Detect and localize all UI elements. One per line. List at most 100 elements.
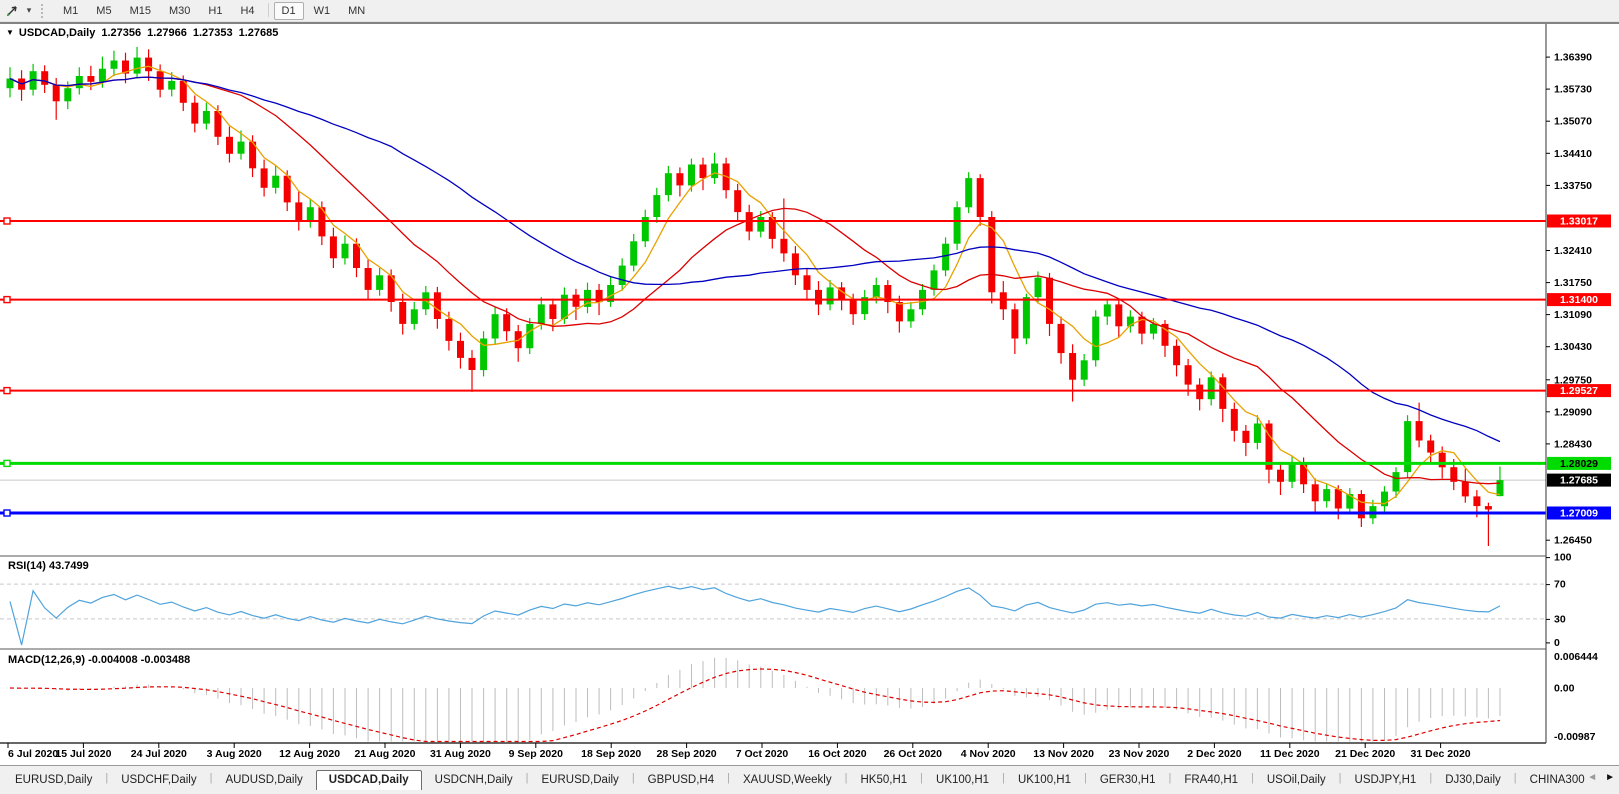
svg-text:0: 0 xyxy=(1554,637,1560,649)
svg-text:1.33017: 1.33017 xyxy=(1560,216,1598,228)
svg-text:1.32410: 1.32410 xyxy=(1554,245,1592,257)
timeframe-button-d1[interactable]: D1 xyxy=(274,2,304,20)
svg-text:30: 30 xyxy=(1554,613,1566,625)
price-badge-1.27685: 1.27685 xyxy=(1547,474,1611,487)
chart-tab-ger30-h1[interactable]: GER30,H1 xyxy=(1087,770,1169,790)
timeframe-button-m15[interactable]: M15 xyxy=(122,2,159,20)
svg-text:24 Jul 2020: 24 Jul 2020 xyxy=(131,748,187,760)
svg-text:1.28430: 1.28430 xyxy=(1554,438,1592,450)
macd-indicator-label: MACD(12,26,9) -0.004008 -0.003488 xyxy=(8,654,190,666)
svg-text:1.36390: 1.36390 xyxy=(1554,52,1592,64)
svg-text:31 Dec 2020: 31 Dec 2020 xyxy=(1411,748,1471,760)
svg-text:28 Sep 2020: 28 Sep 2020 xyxy=(657,748,717,760)
svg-text:-0.00987: -0.00987 xyxy=(1554,731,1596,743)
chart-tab-usdcad-daily[interactable]: USDCAD,Daily xyxy=(316,770,422,790)
open-value: 1.27356 xyxy=(101,27,141,39)
chart-tab-usdchf-daily[interactable]: USDCHF,Daily xyxy=(108,770,209,790)
price-badge-1.31400: 1.31400 xyxy=(1547,293,1611,306)
price-badge-1.27009: 1.27009 xyxy=(1547,507,1611,520)
chart-ohlc-title: ▼ USDCAD,Daily 1.27356 1.27966 1.27353 1.2768… xyxy=(6,27,278,39)
svg-text:7 Oct 2020: 7 Oct 2020 xyxy=(736,748,789,760)
chart-canvas[interactable]: 1.36390 1.35730 1.35070 1.34410 1.33750 1.324… xyxy=(0,22,1619,765)
svg-text:2 Dec 2020: 2 Dec 2020 xyxy=(1187,748,1241,760)
svg-text:1.27009: 1.27009 xyxy=(1560,508,1598,520)
svg-text:1.35070: 1.35070 xyxy=(1554,116,1592,128)
chart-tab-hk50-h1[interactable]: HK50,H1 xyxy=(847,770,920,790)
chart-tab-bar: EURUSD,Daily|USDCHF,Daily|AUDUSD,DailyUS… xyxy=(0,765,1619,794)
trading-terminal: ▾ M1M5M15M30H1H4 D1W1MN ▼ USDCAD,Daily 1.27… xyxy=(0,0,1619,794)
chart-tab-audusd-daily[interactable]: AUDUSD,Daily xyxy=(212,770,315,790)
svg-text:16 Oct 2020: 16 Oct 2020 xyxy=(808,748,867,760)
chart-window[interactable]: ▼ USDCAD,Daily 1.27356 1.27966 1.27353 1.2768… xyxy=(0,22,1619,765)
timeframe-button-mn[interactable]: MN xyxy=(340,2,373,20)
chart-tab-dj30-daily[interactable]: DJ30,Daily xyxy=(1432,770,1514,790)
svg-text:1.26450: 1.26450 xyxy=(1554,535,1592,547)
chart-tabs: EURUSD,Daily|USDCHF,Daily|AUDUSD,DailyUS… xyxy=(2,768,1585,790)
svg-text:1.34410: 1.34410 xyxy=(1554,148,1592,160)
svg-text:1.30430: 1.30430 xyxy=(1554,341,1592,353)
svg-text:1.33750: 1.33750 xyxy=(1554,180,1592,192)
svg-text:1.27685: 1.27685 xyxy=(1560,475,1598,487)
toolbar-separator xyxy=(268,3,269,17)
chart-tab-china300-h1[interactable]: CHINA300,H1 xyxy=(1517,770,1585,790)
svg-text:26 Oct 2020: 26 Oct 2020 xyxy=(884,748,943,760)
timeframe-button-h4[interactable]: H4 xyxy=(232,2,262,20)
svg-text:15 Jul 2020: 15 Jul 2020 xyxy=(55,748,111,760)
collapse-triangle-icon[interactable]: ▼ xyxy=(6,28,14,37)
chart-tab-xauusd-weekly[interactable]: XAUUSD,Weekly xyxy=(730,770,845,790)
chart-tab-usoil-daily[interactable]: USOil,Daily xyxy=(1254,770,1339,790)
chart-tab-eurusd-daily[interactable]: EURUSD,Daily xyxy=(2,770,105,790)
svg-text:21 Dec 2020: 21 Dec 2020 xyxy=(1335,748,1395,760)
svg-text:1.28029: 1.28029 xyxy=(1560,458,1598,470)
svg-text:1.29090: 1.29090 xyxy=(1554,406,1592,418)
chart-tab-usdjpy-h1[interactable]: USDJPY,H1 xyxy=(1342,770,1430,790)
timeframe-buttons: M1M5M15M30H1H4 D1W1MN xyxy=(54,1,374,20)
svg-text:4 Nov 2020: 4 Nov 2020 xyxy=(961,748,1016,760)
symbol-label: USDCAD,Daily xyxy=(19,27,95,39)
tab-scroll-arrows: ◄ ► xyxy=(1587,772,1615,783)
price-badge-1.33017: 1.33017 xyxy=(1547,215,1611,228)
low-value: 1.27353 xyxy=(193,27,233,39)
svg-text:1.31750: 1.31750 xyxy=(1554,277,1592,289)
close-value: 1.27685 xyxy=(239,27,279,39)
svg-text:3 Aug 2020: 3 Aug 2020 xyxy=(207,748,262,760)
chart-tab-fra40-h1[interactable]: FRA40,H1 xyxy=(1171,770,1251,790)
timeframe-button-m5[interactable]: M5 xyxy=(88,2,119,20)
chart-cursor-icon[interactable] xyxy=(3,3,21,19)
svg-text:31 Aug 2020: 31 Aug 2020 xyxy=(430,748,491,760)
chart-tab-usdcnh-daily[interactable]: USDCNH,Daily xyxy=(422,770,526,790)
chevron-down-icon[interactable]: ▾ xyxy=(23,5,35,16)
rsi-indicator-label: RSI(14) 43.7499 xyxy=(8,560,89,572)
high-value: 1.27966 xyxy=(147,27,187,39)
chart-tab-uk100-h1[interactable]: UK100,H1 xyxy=(1005,770,1084,790)
timeframe-toolbar: ▾ M1M5M15M30H1H4 D1W1MN xyxy=(0,0,1619,22)
svg-text:23 Nov 2020: 23 Nov 2020 xyxy=(1109,748,1170,760)
tab-scroll-left-icon[interactable]: ◄ xyxy=(1587,772,1597,783)
svg-text:1.31090: 1.31090 xyxy=(1554,309,1592,321)
svg-text:9 Sep 2020: 9 Sep 2020 xyxy=(509,748,563,760)
svg-text:18 Sep 2020: 18 Sep 2020 xyxy=(581,748,641,760)
svg-text:1.29527: 1.29527 xyxy=(1560,385,1598,397)
svg-text:21 Aug 2020: 21 Aug 2020 xyxy=(355,748,416,760)
svg-text:1.35730: 1.35730 xyxy=(1554,84,1592,96)
svg-text:0.006444: 0.006444 xyxy=(1554,651,1598,663)
svg-text:1.31400: 1.31400 xyxy=(1560,294,1598,306)
price-badge-1.29527: 1.29527 xyxy=(1547,384,1611,397)
svg-text:12 Aug 2020: 12 Aug 2020 xyxy=(279,748,340,760)
price-badge-1.28029: 1.28029 xyxy=(1547,457,1611,470)
svg-text:0.00: 0.00 xyxy=(1554,683,1575,695)
timeframe-button-m30[interactable]: M30 xyxy=(161,2,198,20)
toolbar-drag-handle[interactable] xyxy=(41,4,46,18)
tab-scroll-right-icon[interactable]: ► xyxy=(1605,772,1615,783)
svg-text:13 Nov 2020: 13 Nov 2020 xyxy=(1033,748,1094,760)
svg-text:6 Jul 2020: 6 Jul 2020 xyxy=(8,748,58,760)
chart-tab-uk100-h1[interactable]: UK100,H1 xyxy=(923,770,1002,790)
timeframe-button-w1[interactable]: W1 xyxy=(306,2,339,20)
timeframe-button-m1[interactable]: M1 xyxy=(55,2,86,20)
svg-text:70: 70 xyxy=(1554,579,1566,591)
chart-tab-eurusd-daily[interactable]: EURUSD,Daily xyxy=(528,770,631,790)
svg-text:100: 100 xyxy=(1554,552,1572,564)
timeframe-button-h1[interactable]: H1 xyxy=(200,2,230,20)
svg-text:11 Dec 2020: 11 Dec 2020 xyxy=(1260,748,1320,760)
chart-tab-gbpusd-h4[interactable]: GBPUSD,H4 xyxy=(635,770,727,790)
